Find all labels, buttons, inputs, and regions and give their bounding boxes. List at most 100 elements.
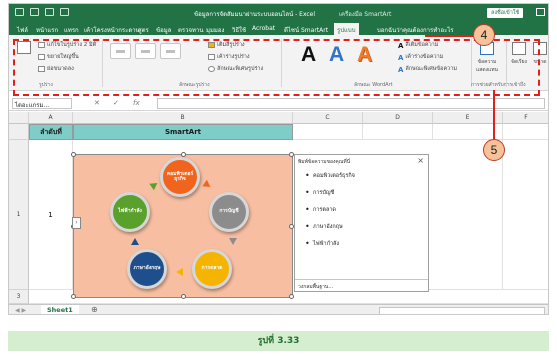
wordart-style-1[interactable]: A	[301, 43, 316, 67]
shape-outline-button[interactable]: เค้าร่างรูปร่าง	[208, 53, 250, 61]
print-preview-icon[interactable]	[60, 8, 69, 16]
tab-view[interactable]: มุมมอง	[203, 23, 227, 35]
cell-c1[interactable]	[293, 124, 363, 140]
column-header-a[interactable]: A	[29, 112, 73, 124]
tab-acrobat[interactable]: Acrobat	[249, 23, 278, 35]
resize-handle[interactable]	[71, 294, 76, 299]
text-pane-title: พิมพ์ข้อความของคุณที่นี่	[298, 159, 351, 165]
text-pane-footer: วงกลมพื้นฐาน...	[295, 279, 428, 291]
larger-button[interactable]: ขยายใหญ่ขึ้น	[38, 53, 79, 61]
text-pane-item[interactable]: ไฟฟ้ากำลัง	[305, 239, 355, 257]
text-pane-item[interactable]: การตลาด	[305, 205, 355, 223]
tab-data[interactable]: ข้อมูล	[153, 23, 174, 35]
smaller-button[interactable]: ย่อขนาดลง	[38, 65, 74, 73]
tab-smartart-design[interactable]: ดีไซน์ SmartArt	[281, 23, 331, 35]
enlarge-icon	[38, 54, 45, 60]
row-header-1[interactable]: 1	[9, 140, 29, 290]
add-sheet-icon[interactable]: ⊕	[91, 305, 98, 314]
text-fill-icon: A	[398, 42, 404, 50]
paint-bucket-icon	[208, 42, 215, 48]
expand-text-pane-icon[interactable]: ›	[72, 217, 81, 229]
tab-home[interactable]: หน้าแรก	[33, 23, 61, 35]
cell-a2[interactable]: 1	[29, 140, 73, 290]
shape-style-2[interactable]	[135, 43, 156, 59]
header-cell-smartart[interactable]: SmartArt	[73, 124, 293, 140]
resize-handle[interactable]	[71, 152, 76, 157]
shape-style-1[interactable]	[110, 43, 131, 59]
tab-help[interactable]: วิธีใช้	[229, 23, 249, 35]
redo-icon[interactable]	[45, 8, 54, 16]
insert-function-icon[interactable]: fx	[133, 99, 140, 107]
text-fill-button[interactable]: A สีเติมข้อความ	[398, 41, 438, 50]
tab-format[interactable]: รูปแบบ	[334, 23, 359, 35]
text-pane-item[interactable]: การบัญชี	[305, 188, 355, 206]
text-effects-button[interactable]: A ลักษณะพิเศษข้อความ	[398, 65, 457, 74]
document-title: ข้อมูลการจัดสัมมนาผ่านระบบออนไลน์ - Exce…	[194, 11, 316, 18]
arrange-button[interactable]: จัดเรียง	[508, 58, 530, 66]
save-icon[interactable]	[15, 8, 24, 16]
tab-insert[interactable]: แทรก	[61, 23, 82, 35]
row-header-3[interactable]: 3	[9, 290, 29, 304]
sign-in-button[interactable]: ลงชื่อเข้าใช้	[487, 8, 524, 18]
smartart-text-pane: พิมพ์ข้อความของคุณที่นี่ × คอมพิวเตอร์ธุ…	[294, 154, 429, 292]
arrow-3-icon	[176, 268, 183, 276]
text-outline-button[interactable]: A เค้าร่างข้อความ	[398, 53, 443, 62]
contextual-tools-title: เครื่องมือ SmartArt	[339, 11, 392, 18]
size-button[interactable]: ขนาด	[530, 58, 548, 66]
excel-window: ข้อมูลการจัดสัมมนาผ่านระบบออนไลน์ - Exce…	[8, 3, 549, 315]
shape-fill-button[interactable]: เติมสีรูปร่าง	[208, 41, 245, 49]
cell-f2[interactable]	[503, 140, 548, 290]
formula-input[interactable]	[157, 98, 545, 109]
tab-file[interactable]: ไฟล์	[14, 23, 31, 35]
column-header-c[interactable]: C	[293, 112, 363, 124]
smartart-node-2[interactable]: การบัญชี	[209, 192, 249, 232]
smartart-node-3[interactable]: การตลาด	[192, 249, 232, 289]
arrange-icon[interactable]	[512, 42, 526, 55]
cell-e2[interactable]	[429, 140, 503, 290]
cancel-icon[interactable]: ✕	[94, 99, 100, 107]
select-all-corner[interactable]	[9, 112, 29, 124]
title-bar: ข้อมูลการจัดสัมมนาผ่านระบบออนไลน์ - Exce…	[9, 4, 548, 21]
enter-icon[interactable]: ✓	[113, 99, 119, 107]
text-pane-item[interactable]: ภาษาอังกฤษ	[305, 222, 355, 240]
cell-d1[interactable]	[363, 124, 433, 140]
wordart-style-2[interactable]: A	[329, 43, 344, 67]
smartart-node-4[interactable]: ภาษาอังกฤษ	[127, 249, 167, 289]
resize-handle[interactable]	[289, 294, 294, 299]
shape-effects-button[interactable]: ลักษณะพิเศษรูปร่าง	[208, 65, 263, 73]
edit-shape-icon[interactable]	[17, 41, 31, 54]
name-box[interactable]: ไดอะแกรม...	[12, 98, 72, 109]
sheet-tab-sheet1[interactable]: Sheet1	[41, 305, 79, 314]
smartart-node-1[interactable]: คอมพิวเตอร์ธุรกิจ	[160, 157, 200, 197]
sheet-nav-icon[interactable]: ◀ ▶	[15, 307, 26, 314]
horizontal-scrollbar[interactable]	[379, 307, 545, 314]
size-icon[interactable]	[533, 42, 547, 55]
header-cell-order[interactable]: ลำดับที่	[29, 124, 73, 140]
column-header-d[interactable]: D	[363, 112, 433, 124]
tab-page-layout[interactable]: เค้าโครงหน้ากระดาษ	[81, 23, 143, 35]
shape-icon	[38, 42, 45, 48]
alt-text-button[interactable]: ข้อความแสดงแทน	[472, 58, 502, 74]
text-effects-icon: A	[398, 66, 404, 74]
tab-tell-me[interactable]: บอกฉันว่าคุณต้องการทำอะไร	[374, 23, 457, 35]
tab-review[interactable]: ตรวจทาน	[175, 23, 206, 35]
ribbon-tabs: ไฟล์ หน้าแรก แทรก เค้าโครงหน้ากระดาษ สูต…	[9, 21, 548, 35]
undo-icon[interactable]	[30, 8, 39, 16]
resize-handle[interactable]	[181, 294, 186, 299]
ribbon-display-options-icon[interactable]	[536, 8, 545, 16]
smartart-node-5[interactable]: ไฟฟ้ากำลัง	[110, 192, 150, 232]
ribbon-separator	[102, 39, 103, 87]
change-shape-button[interactable]: แก้ไขในรูปร่าง 2 มิติ	[38, 41, 96, 49]
row-header-1-top[interactable]	[9, 124, 29, 140]
group-label-wordart: ลักษณะ WordArt	[354, 82, 393, 88]
column-header-f[interactable]: F	[503, 112, 548, 124]
wordart-style-3[interactable]: A	[357, 43, 372, 67]
formula-bar: ไดอะแกรม... ✕ ✓ fx	[9, 96, 548, 111]
smartart-graphic[interactable]: › คอมพิวเตอร์ธุรกิจ การบัญชี การตลาด ภาษ…	[71, 152, 294, 299]
text-pane-item[interactable]: คอมพิวเตอร์ธุรกิจ	[305, 171, 355, 189]
close-icon[interactable]: ×	[417, 156, 424, 165]
cell-f1[interactable]	[503, 124, 548, 140]
tab-formulas[interactable]: สูตร	[135, 23, 152, 35]
shape-style-3[interactable]	[160, 43, 181, 59]
column-header-b[interactable]: B	[73, 112, 293, 124]
